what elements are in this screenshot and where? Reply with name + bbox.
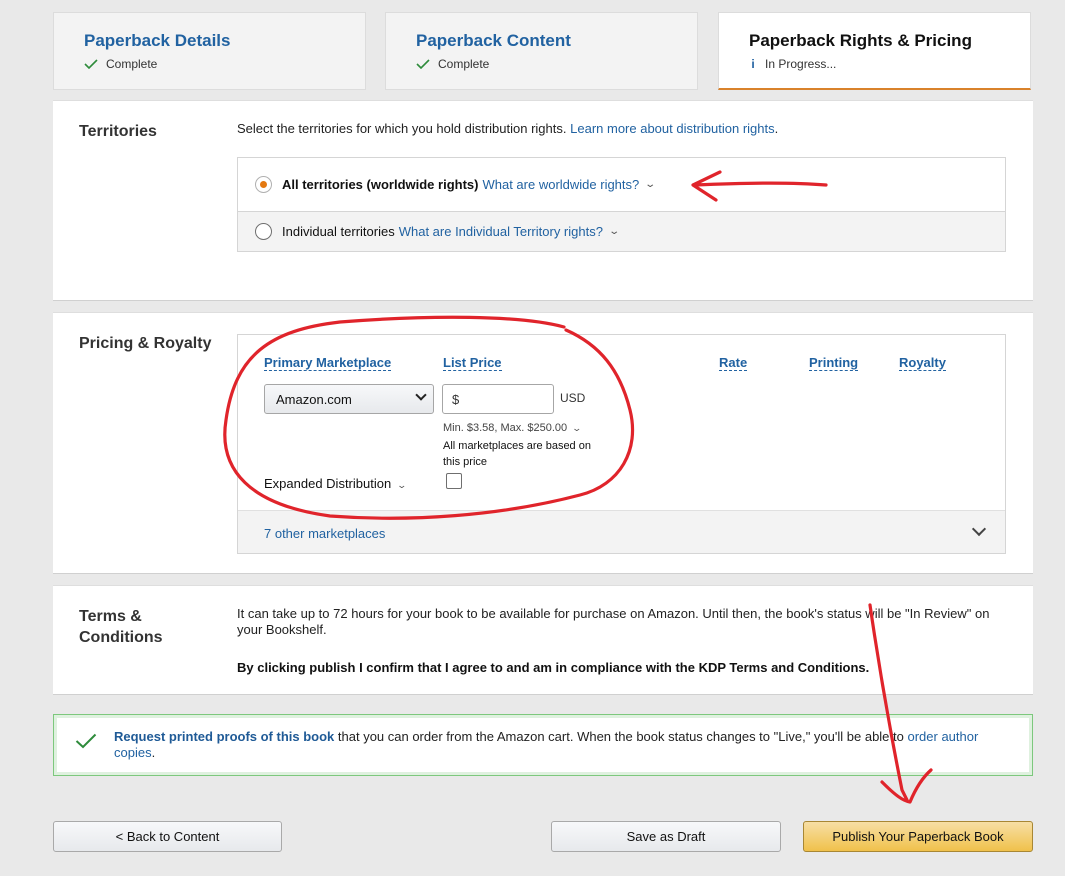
chevron-down-icon: ⌄ (571, 423, 583, 433)
printing-header[interactable]: Printing (809, 355, 859, 371)
tab-paperback-content[interactable]: Paperback Content Complete (385, 12, 698, 90)
tab-paperback-rights-pricing[interactable]: Paperback Rights & Pricing i In Progress… (718, 12, 1031, 90)
check-icon (84, 59, 98, 69)
proof-request-banner: Request printed proofs of this book that… (53, 714, 1033, 776)
check-icon (75, 733, 97, 749)
chevron-down-icon[interactable]: ⌄ (608, 226, 620, 237)
tab-paperback-details[interactable]: Paperback Details Complete (53, 12, 366, 90)
currency-label: USD (560, 391, 586, 405)
rate-header[interactable]: Rate (719, 355, 748, 371)
chevron-down-icon: ⌄ (396, 480, 407, 490)
back-to-content-button[interactable]: < Back to Content (53, 821, 282, 852)
expanded-distribution-checkbox[interactable] (446, 473, 462, 489)
list-price-input[interactable]: $ (442, 384, 554, 414)
other-marketplaces-link[interactable]: 7 other marketplaces (264, 526, 385, 541)
chevron-down-icon[interactable]: ⌄ (645, 179, 657, 190)
other-marketplaces-row[interactable]: 7 other marketplaces (238, 510, 1005, 553)
terms-section: Terms & Conditions It can take up to 72 … (53, 585, 1033, 695)
worldwide-rights-label: All territories (worldwide rights) (282, 177, 479, 192)
tab-title: Paperback Content (416, 31, 571, 50)
terms-confirm: By clicking publish I confirm that I agr… (237, 660, 870, 675)
chevron-down-icon[interactable] (971, 521, 987, 537)
terms-text: It can take up to 72 hours for your book… (237, 606, 990, 637)
tab-title: Paperback Rights & Pricing (749, 31, 972, 50)
worldwide-rights-option[interactable]: All territories (worldwide rights) What … (238, 158, 1005, 212)
period: . (774, 121, 779, 136)
tab-title: Paperback Details (84, 31, 231, 50)
individual-territories-radio[interactable] (255, 223, 272, 240)
expanded-distribution-toggle[interactable]: Expanded Distribution ⌄ (264, 476, 407, 491)
territories-intro-text: Select the territories for which you hol… (237, 121, 567, 136)
period: . (151, 745, 156, 760)
terms-label: Terms & Conditions (79, 608, 163, 646)
individual-territories-option[interactable]: Individual territories What are Individu… (238, 212, 1005, 251)
territories-label: Territories (79, 123, 157, 140)
pricing-royalty-label: Pricing & Royalty (79, 335, 212, 352)
worldwide-rights-radio[interactable] (255, 176, 272, 193)
list-price-header[interactable]: List Price (443, 355, 502, 371)
info-icon: i (751, 57, 755, 71)
worldwide-rights-help-link[interactable]: What are worldwide rights? (482, 177, 639, 192)
tab-status-text: Complete (106, 57, 158, 71)
price-range-text: Min. $3.58, Max. $250.00 (443, 422, 568, 434)
save-as-draft-button[interactable]: Save as Draft (551, 821, 781, 852)
marketplace-select-value: Amazon.com (276, 392, 352, 407)
tab-status: i In Progress... (749, 57, 1030, 71)
marketplace-select[interactable]: Amazon.com (264, 384, 434, 414)
royalty-header[interactable]: Royalty (899, 355, 946, 371)
territories-section: Territories Select the territories for w… (53, 100, 1033, 301)
check-icon (416, 59, 430, 69)
chevron-down-icon (415, 389, 427, 401)
pricing-royalty-section: Pricing & Royalty Primary Marketplace Li… (53, 312, 1033, 574)
price-range-toggle[interactable]: Min. $3.58, Max. $250.00 ⌄ (443, 422, 583, 434)
individual-territories-label: Individual territories (282, 224, 395, 239)
tab-status: Complete (416, 57, 697, 71)
tab-status-text: Complete (438, 57, 490, 71)
territories-options: All territories (worldwide rights) What … (237, 157, 1006, 252)
publish-paperback-button[interactable]: Publish Your Paperback Book (803, 821, 1033, 852)
learn-more-distribution-link[interactable]: Learn more about distribution rights (570, 121, 775, 136)
territories-intro: Select the territories for which you hol… (237, 121, 778, 136)
all-marketplaces-note: All marketplaces are based on this price (443, 440, 591, 468)
primary-marketplace-header[interactable]: Primary Marketplace (264, 355, 392, 371)
proof-text: Request printed proofs of this book that… (114, 729, 1014, 761)
tab-status: Complete (84, 57, 365, 71)
individual-territories-help-link[interactable]: What are Individual Territory rights? (399, 224, 603, 239)
tab-status-text: In Progress... (765, 57, 837, 71)
expanded-distribution-label: Expanded Distribution (264, 476, 392, 491)
request-proofs-link[interactable]: Request printed proofs of this book (114, 729, 334, 744)
proof-description: that you can order from the Amazon cart.… (334, 729, 908, 744)
pricing-table: Primary Marketplace List Price Rate Prin… (237, 334, 1006, 554)
